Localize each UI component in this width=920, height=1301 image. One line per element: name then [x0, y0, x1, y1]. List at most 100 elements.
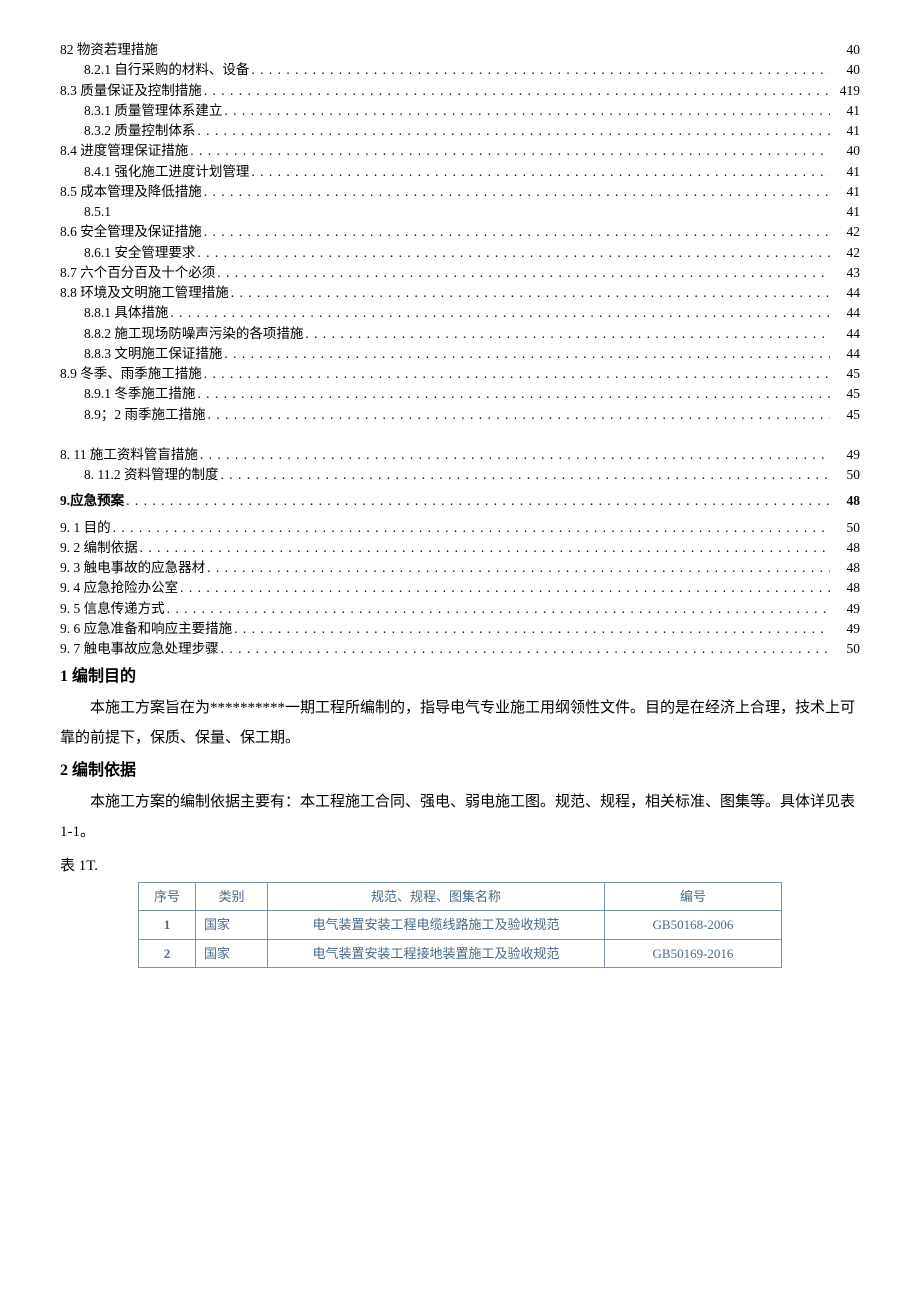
cell-cat: 国家: [196, 939, 268, 968]
toc-dots: . . . . . . . . . . . . . . . . . . . . …: [222, 101, 830, 121]
th-code: 编号: [605, 882, 782, 911]
paragraph-2: 本施工方案的编制依据主要有：本工程施工合同、强电、弱电施工图。规范、规程，相关标…: [60, 787, 860, 847]
toc-label: 8.4 进度管理保证措施: [60, 141, 188, 161]
cell-name: 电气装置安装工程接地装置施工及验收规范: [268, 939, 605, 968]
table-row: 1国家电气装置安装工程电缆线路施工及验收规范GB50168-2006: [139, 911, 782, 940]
toc-dots: . . . . . . . . . . . . . . . . . . . . …: [158, 40, 830, 60]
toc-page: 49: [830, 619, 860, 639]
th-seq: 序号: [139, 882, 196, 911]
toc-page: 45: [830, 364, 860, 384]
toc-dots: . . . . . . . . . . . . . . . . . . . . …: [195, 384, 830, 404]
toc-row: 8.4.1 强化施工进度计划管理. . . . . . . . . . . . …: [60, 162, 860, 182]
toc-dots: . . . . . . . . . . . . . . . . . . . . …: [138, 538, 830, 558]
toc-row: 8.8.3 文明施工保证措施. . . . . . . . . . . . . …: [60, 344, 860, 364]
toc-label: 8.9.1 冬季施工措施: [84, 384, 195, 404]
toc-page: 45: [830, 405, 860, 425]
toc-label: 9.应急预案: [60, 491, 124, 511]
table-label: 表 1T.: [60, 855, 860, 878]
toc-label: 8.4.1 强化施工进度计划管理: [84, 162, 249, 182]
table-row: 2国家电气装置安装工程接地装置施工及验收规范GB50169-2016: [139, 939, 782, 968]
toc-group-9-heading: 9.应急预案. . . . . . . . . . . . . . . . . …: [60, 491, 860, 511]
toc-row: 8.7 六个百分百及十个必须. . . . . . . . . . . . . …: [60, 263, 860, 283]
toc-row: 82 物资若理措施. . . . . . . . . . . . . . . .…: [60, 40, 860, 60]
toc-page: 48: [830, 538, 860, 558]
toc-dots: . . . . . . . . . . . . . . . . . . . . …: [202, 81, 830, 101]
toc-label: 8.2.1 自行采购的材料、设备: [84, 60, 249, 80]
toc-row: 9. 3 触电事故的应急器材. . . . . . . . . . . . . …: [60, 558, 860, 578]
toc-dots: . . . . . . . . . . . . . . . . . . . . …: [195, 243, 830, 263]
toc-row: 8.3.2 质量控制体系. . . . . . . . . . . . . . …: [60, 121, 860, 141]
cell-name: 电气装置安装工程电缆线路施工及验收规范: [268, 911, 605, 940]
cell-code: GB50168-2006: [605, 911, 782, 940]
toc-label: 8.8 环境及文明施工管理措施: [60, 283, 229, 303]
cell-seq: 1: [139, 911, 196, 940]
toc-row: 8.9.1 冬季施工措施. . . . . . . . . . . . . . …: [60, 384, 860, 404]
toc-row: 8.6.1 安全管理要求. . . . . . . . . . . . . . …: [60, 243, 860, 263]
toc-page: 41: [830, 182, 860, 202]
toc-dots: . . . . . . . . . . . . . . . . . . . . …: [168, 303, 830, 323]
toc-row: 9. 6 应急准备和响应主要措施. . . . . . . . . . . . …: [60, 619, 860, 639]
toc-row: 9. 5 信息传递方式. . . . . . . . . . . . . . .…: [60, 599, 860, 619]
toc-dots: . . . . . . . . . . . . . . . . . . . . …: [222, 344, 830, 364]
toc-page: 40: [830, 40, 860, 60]
toc-dots: . . . . . . . . . . . . . . . . . . . . …: [188, 141, 830, 161]
toc-row: 8.9；2 雨季施工措施. . . . . . . . . . . . . . …: [60, 405, 860, 425]
heading-2: 2 编制依据: [60, 759, 860, 783]
toc-row: 8.8.1 具体措施. . . . . . . . . . . . . . . …: [60, 303, 860, 323]
toc-group-9-items: 9. 1 目的. . . . . . . . . . . . . . . . .…: [60, 518, 860, 660]
toc-label: 8.3 质量保证及控制措施: [60, 81, 202, 101]
toc-dots: . . . . . . . . . . . . . . . . . . . . …: [178, 578, 830, 598]
toc-row: 8.2.1 自行采购的材料、设备. . . . . . . . . . . . …: [60, 60, 860, 80]
toc-page: 40: [830, 141, 860, 161]
standards-table: 序号 类别 规范、规程、图集名称 编号 1国家电气装置安装工程电缆线路施工及验收…: [138, 882, 782, 969]
toc-label: 8.9；2 雨季施工措施: [84, 405, 206, 425]
toc-row: 8.4 进度管理保证措施. . . . . . . . . . . . . . …: [60, 141, 860, 161]
toc-dots: . . . . . . . . . . . . . . . . . . . . …: [198, 445, 830, 465]
toc-page: 43: [830, 263, 860, 283]
toc-row: 9.应急预案. . . . . . . . . . . . . . . . . …: [60, 491, 860, 511]
toc-page: 45: [830, 384, 860, 404]
toc-row: 8.9 冬季、雨季施工措施. . . . . . . . . . . . . .…: [60, 364, 860, 384]
toc-dots: . . . . . . . . . . . . . . . . . . . . …: [206, 405, 831, 425]
cell-seq: 2: [139, 939, 196, 968]
cell-cat: 国家: [196, 911, 268, 940]
toc-label: 8.9 冬季、雨季施工措施: [60, 364, 202, 384]
toc-row: 8. 11.2 资料管理的制度. . . . . . . . . . . . .…: [60, 465, 860, 485]
toc-group-8: 82 物资若理措施. . . . . . . . . . . . . . . .…: [60, 40, 860, 425]
toc-dots: . . . . . . . . . . . . . . . . . . . . …: [249, 60, 830, 80]
toc-page: 41: [830, 162, 860, 182]
toc-page: 48: [830, 491, 860, 511]
toc-dots: . . . . . . . . . . . . . . . . . . . . …: [232, 619, 830, 639]
toc-page: 41: [830, 101, 860, 121]
toc-row: 8.3.1 质量管理体系建立. . . . . . . . . . . . . …: [60, 101, 860, 121]
toc-dots: . . . . . . . . . . . . . . . . . . . . …: [205, 558, 830, 578]
toc-dots: . . . . . . . . . . . . . . . . . . . . …: [195, 121, 830, 141]
cell-code: GB50169-2016: [605, 939, 782, 968]
toc-label: 9. 5 信息传递方式: [60, 599, 165, 619]
toc-page: 49: [830, 599, 860, 619]
toc-label: 8.6.1 安全管理要求: [84, 243, 195, 263]
toc-page: 44: [830, 303, 860, 323]
toc-page: 41: [830, 121, 860, 141]
toc-label: 9. 1 目的: [60, 518, 111, 538]
toc-page: 42: [830, 222, 860, 242]
toc-label: 8.8.1 具体措施: [84, 303, 168, 323]
toc-dots: . . . . . . . . . . . . . . . . . . . . …: [219, 639, 830, 659]
toc-page: 41: [830, 202, 860, 222]
toc-row: 8.3 质量保证及控制措施. . . . . . . . . . . . . .…: [60, 81, 860, 101]
toc-label: 8. 11.2 资料管理的制度: [84, 465, 219, 485]
toc-dots: . . . . . . . . . . . . . . . . . . . . …: [111, 518, 830, 538]
toc-page: 42: [830, 243, 860, 263]
toc-row: 8.5 成本管理及降低措施. . . . . . . . . . . . . .…: [60, 182, 860, 202]
th-name: 规范、规程、图集名称: [268, 882, 605, 911]
toc-row: 8. 11 施工资料管盲措施. . . . . . . . . . . . . …: [60, 445, 860, 465]
th-cat: 类别: [196, 882, 268, 911]
toc-row: 9. 4 应急抢险办公室. . . . . . . . . . . . . . …: [60, 578, 860, 598]
toc-page: 50: [830, 465, 860, 485]
toc-dots: . . . . . . . . . . . . . . . . . . . . …: [111, 202, 830, 222]
toc-row: 8.6 安全管理及保证措施. . . . . . . . . . . . . .…: [60, 222, 860, 242]
paragraph-1: 本施工方案旨在为**********一期工程所编制的，指导电气专业施工用纲领性文…: [60, 693, 860, 753]
toc-page: 50: [830, 639, 860, 659]
toc-label: 8.3.1 质量管理体系建立: [84, 101, 222, 121]
toc-dots: . . . . . . . . . . . . . . . . . . . . …: [249, 162, 830, 182]
